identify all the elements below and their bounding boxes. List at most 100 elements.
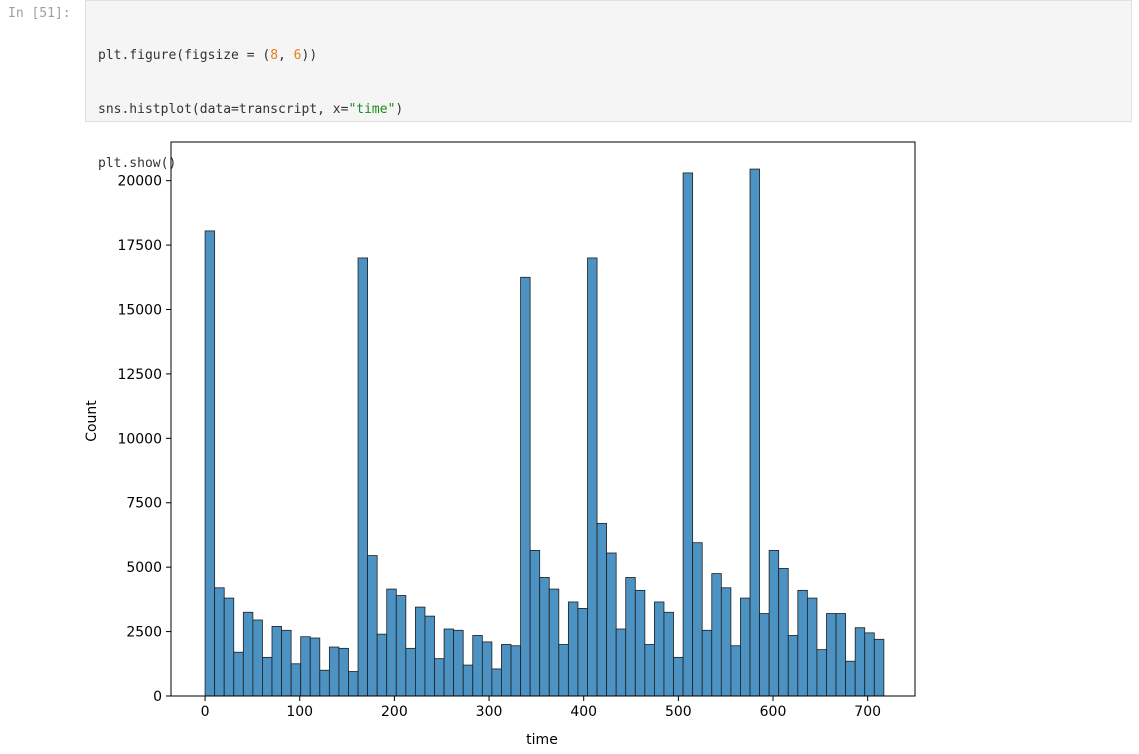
- y-ticks-group: 0 2500 5000 7500 10000 12500 15000 17500 20000: [117, 174, 171, 705]
- y-tick-label: 0: [153, 689, 162, 705]
- histogram-bar: [395, 595, 407, 697]
- histogram-bar: [615, 628, 627, 697]
- histogram-bar: [357, 257, 369, 697]
- histogram-bar: [692, 542, 703, 697]
- code-token: )): [301, 48, 318, 63]
- histogram-bar: [443, 628, 455, 697]
- histogram-bar: [577, 607, 588, 697]
- histogram-bar: [520, 276, 531, 697]
- histogram-bar: [606, 552, 617, 697]
- histogram-bar: [787, 635, 799, 697]
- histogram-bar: [730, 645, 741, 697]
- histogram-bar: [434, 658, 445, 697]
- histogram-bar: [682, 172, 694, 697]
- histogram-bar: [826, 613, 837, 697]
- histogram-bar: [529, 550, 541, 697]
- histogram-bar: [587, 257, 598, 697]
- histogram-bar: [567, 601, 579, 697]
- histogram-bar: [768, 550, 780, 697]
- histogram-bar: [319, 669, 330, 697]
- x-tick-label: 700: [854, 704, 881, 720]
- histogram-bar: [711, 573, 722, 697]
- histogram-bar: [462, 664, 474, 697]
- histogram-bar: [491, 668, 502, 697]
- y-tick-label: 10000: [117, 431, 162, 447]
- histogram-bar: [309, 637, 321, 697]
- output-area: 0 100 200 300 400 500 600 700 0 2500 5000 7500 1000…: [84, 130, 925, 754]
- histogram-bar: [548, 588, 560, 697]
- x-tick-label: 100: [286, 704, 313, 720]
- y-tick-label: 7500: [126, 496, 162, 512]
- histogram-bar: [634, 589, 646, 697]
- x-ticks-group: 0 100 200 300 400 500 600 700: [201, 696, 881, 720]
- histogram-bar: [854, 627, 866, 697]
- histogram-bar: [262, 656, 273, 697]
- histogram-bar: [663, 611, 674, 697]
- code-token: ,: [278, 48, 294, 63]
- histogram-bar: [778, 568, 789, 697]
- histogram-bar: [453, 629, 464, 697]
- histogram-bar: [338, 647, 349, 697]
- y-tick-label: 2500: [126, 625, 162, 641]
- histogram-bar: [701, 629, 713, 697]
- histogram-bar: [625, 577, 636, 697]
- code-line-1: plt.figure(figsize = (8, 6)): [98, 47, 403, 65]
- histogram-bar: [386, 588, 397, 697]
- histogram-bar: [233, 651, 244, 697]
- x-tick-label: 600: [760, 704, 787, 720]
- histogram-bar: [644, 644, 655, 697]
- histogram-bar: [481, 641, 493, 697]
- y-axis-label: Count: [85, 400, 100, 442]
- histogram-bar: [740, 597, 751, 697]
- bars-group: [204, 168, 885, 697]
- histogram-bar: [271, 626, 282, 697]
- histogram-bar: [873, 638, 885, 697]
- histogram-bar: [806, 597, 818, 697]
- histogram-bar: [328, 646, 340, 697]
- histogram-bar: [300, 636, 311, 697]
- code-cell[interactable]: plt.figure(figsize = (8, 6)) sns.histplo…: [85, 0, 1132, 171]
- histogram-bar: [290, 663, 302, 697]
- y-tick-label: 15000: [117, 302, 162, 318]
- x-tick-label: 300: [476, 704, 503, 720]
- histogram-bar: [845, 660, 856, 697]
- histogram-bar: [348, 671, 359, 697]
- histogram-bar: [204, 230, 216, 697]
- histogram-bar: [281, 629, 292, 697]
- code-token: plt.figure(figsize = (: [98, 48, 271, 63]
- histogram-bar: [596, 522, 608, 697]
- histogram-chart: 0 100 200 300 400 500 600 700 0 2500 5000 7500 1000…: [84, 141, 916, 748]
- histogram-bar: [242, 611, 254, 697]
- x-tick-label: 200: [381, 704, 408, 720]
- code-line-2: sns.histplot(data=transcript, x="time"): [98, 101, 403, 119]
- histogram-bar: [367, 555, 378, 697]
- x-tick-label: 0: [201, 704, 210, 720]
- histogram-bar: [539, 577, 550, 697]
- x-tick-label: 500: [665, 704, 692, 720]
- histogram-bar: [720, 587, 732, 697]
- code-string: "time": [348, 102, 396, 117]
- histogram-bar: [214, 587, 225, 697]
- y-tick-label: 17500: [117, 238, 162, 254]
- code-token: sns.histplot(data=transcript, x=: [98, 102, 349, 117]
- histogram-bar: [673, 656, 684, 697]
- cell-prompt: In [51]:: [8, 6, 71, 21]
- histogram-bar: [424, 615, 435, 697]
- histogram-bar: [405, 647, 416, 697]
- histogram-bar: [816, 649, 827, 697]
- histogram-bar: [864, 632, 875, 697]
- histogram-bar: [558, 644, 569, 697]
- histogram-bar: [510, 645, 521, 697]
- code-token: ): [395, 102, 404, 117]
- y-tick-label: 5000: [126, 560, 162, 576]
- histogram-bar: [759, 613, 770, 697]
- y-tick-label: 12500: [117, 367, 162, 383]
- code-number: 8: [270, 48, 279, 63]
- code-number: 6: [293, 48, 302, 63]
- x-tick-label: 400: [570, 704, 597, 720]
- histogram-bar: [749, 168, 760, 697]
- histogram-bar: [252, 619, 263, 697]
- histogram-bar: [797, 589, 808, 697]
- histogram-bar: [376, 633, 388, 697]
- histogram-bar: [472, 635, 483, 697]
